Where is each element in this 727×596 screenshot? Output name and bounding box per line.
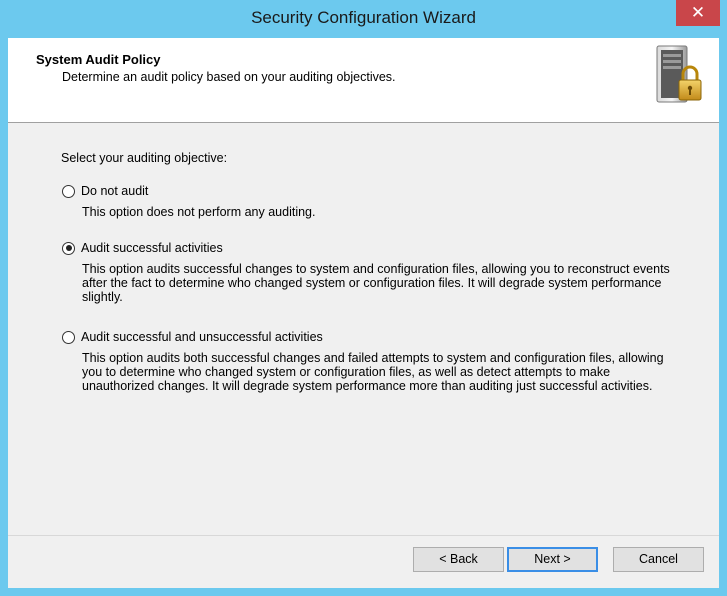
option-do-not-audit: Do not audit This option does not perfor… [62, 184, 702, 219]
radio-audit-successful[interactable]: Audit successful activities [62, 241, 702, 255]
option-description: This option does not perform any auditin… [82, 205, 316, 219]
wizard-window: Security Configuration Wizard ✕ System A… [0, 0, 727, 596]
server-lock-icon [656, 45, 702, 103]
wizard-content: Select your auditing objective: Do not a… [8, 123, 719, 503]
option-audit-successful: Audit successful activities This option … [62, 241, 702, 304]
window-title: Security Configuration Wizard [251, 8, 476, 27]
next-button[interactable]: Next > [507, 547, 598, 572]
page-subtitle: Determine an audit policy based on your … [62, 70, 396, 84]
wizard-header: System Audit Policy Determine an audit p… [8, 38, 719, 123]
wizard-client-area: System Audit Policy Determine an audit p… [8, 38, 719, 588]
back-button[interactable]: < Back [413, 547, 504, 572]
option-label: Audit successful and unsuccessful activi… [81, 330, 323, 344]
radio-button-selected-icon[interactable] [62, 241, 75, 255]
radio-do-not-audit[interactable]: Do not audit [62, 184, 702, 198]
close-icon: ✕ [690, 3, 706, 22]
radio-audit-successful-and-unsuccessful[interactable]: Audit successful and unsuccessful activi… [62, 330, 702, 344]
option-audit-successful-and-unsuccessful: Audit successful and unsuccessful activi… [62, 330, 702, 393]
title-bar[interactable]: Security Configuration Wizard ✕ [0, 0, 727, 38]
close-button[interactable]: ✕ [676, 0, 720, 26]
option-label: Audit successful activities [81, 241, 223, 255]
radio-button-icon[interactable] [62, 330, 75, 344]
page-title: System Audit Policy [36, 52, 161, 67]
option-description: This option audits successful changes to… [82, 262, 670, 304]
auditing-objective-prompt: Select your auditing objective: [61, 151, 228, 165]
radio-button-icon[interactable] [62, 184, 75, 198]
footer-divider [8, 535, 719, 536]
cancel-button[interactable]: Cancel [613, 547, 704, 572]
option-description: This option audits both successful chang… [82, 351, 664, 393]
option-label: Do not audit [81, 184, 149, 198]
